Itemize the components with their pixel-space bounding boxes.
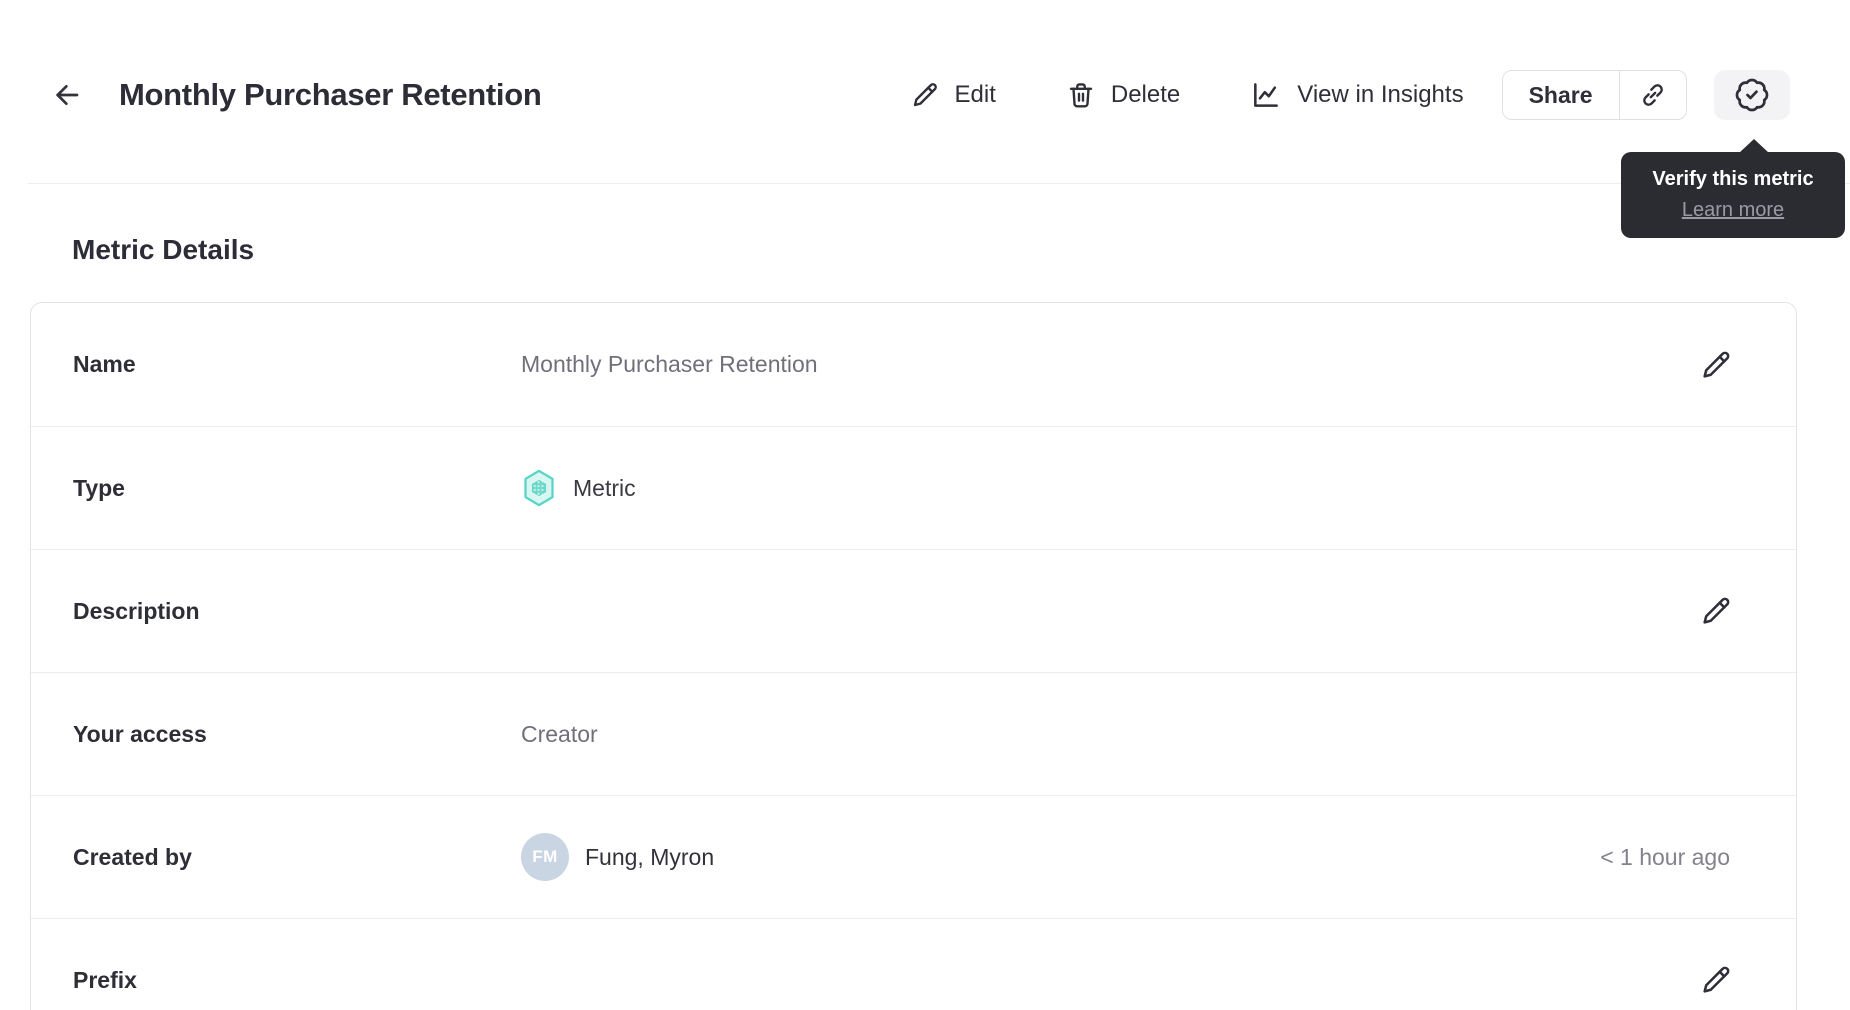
arrow-left-icon — [51, 79, 83, 111]
header-divider — [28, 182, 1850, 184]
copy-link-button[interactable] — [1620, 71, 1686, 119]
pencil-icon — [910, 80, 940, 110]
row-label: Description — [73, 597, 200, 624]
your-access-value: Creator — [521, 720, 598, 747]
edit-label: Edit — [954, 81, 996, 108]
pencil-icon — [1699, 348, 1733, 382]
row-label: Your access — [73, 720, 207, 747]
view-in-insights-label: View in Insights — [1297, 81, 1464, 108]
learn-more-link[interactable]: Learn more — [1682, 199, 1784, 222]
pencil-icon — [1699, 594, 1733, 628]
detail-row-name: Name Monthly Purchaser Retention — [31, 303, 1796, 426]
pencil-icon — [1699, 963, 1733, 997]
edit-prefix-button[interactable] — [1694, 958, 1738, 1002]
back-button[interactable] — [47, 75, 87, 115]
edit-button[interactable]: Edit — [910, 80, 996, 110]
metric-details-card: Name Monthly Purchaser Retention Type Me… — [30, 302, 1797, 1010]
line-chart-icon — [1250, 79, 1282, 111]
row-label: Type — [73, 474, 125, 501]
link-icon — [1638, 80, 1668, 110]
row-label: Created by — [73, 843, 192, 870]
verified-badge-icon — [1734, 77, 1770, 113]
section-title: Metric Details — [72, 234, 255, 265]
edit-description-button[interactable] — [1694, 589, 1738, 633]
metric-hexagon-icon — [521, 468, 557, 508]
edit-name-button[interactable] — [1694, 343, 1738, 387]
tooltip-title: Verify this metric — [1652, 168, 1814, 190]
page-header: Monthly Purchaser Retention Edit Delete … — [0, 0, 1850, 238]
created-by-value: Fung, Myron — [585, 843, 715, 870]
verify-tooltip: Verify this metric Learn more — [1621, 139, 1845, 238]
row-label: Name — [73, 351, 136, 377]
detail-row-created-by: Created by FM Fung, Myron < 1 hour ago — [31, 795, 1796, 918]
trash-icon — [1066, 80, 1096, 110]
detail-row-description: Description — [31, 549, 1796, 672]
verify-metric-button[interactable] — [1714, 70, 1790, 120]
view-in-insights-button[interactable]: View in Insights — [1250, 79, 1464, 111]
page-title: Monthly Purchaser Retention — [119, 77, 542, 112]
detail-row-type: Type Metric — [31, 426, 1796, 549]
tooltip-arrow — [1739, 139, 1769, 153]
type-value: Metric — [573, 474, 636, 501]
toolbar: Edit Delete View in Insights Share — [910, 70, 1790, 120]
avatar: FM — [521, 833, 569, 881]
created-time: < 1 hour ago — [1600, 843, 1730, 870]
delete-label: Delete — [1110, 81, 1181, 108]
detail-row-your-access: Your access Creator — [31, 672, 1796, 795]
delete-button[interactable]: Delete — [1066, 80, 1180, 110]
name-value: Monthly Purchaser Retention — [521, 351, 818, 377]
share-button-group: Share — [1501, 70, 1687, 120]
detail-row-prefix: Prefix — [31, 918, 1796, 1010]
row-label: Prefix — [73, 966, 137, 993]
share-button[interactable]: Share — [1502, 71, 1619, 119]
